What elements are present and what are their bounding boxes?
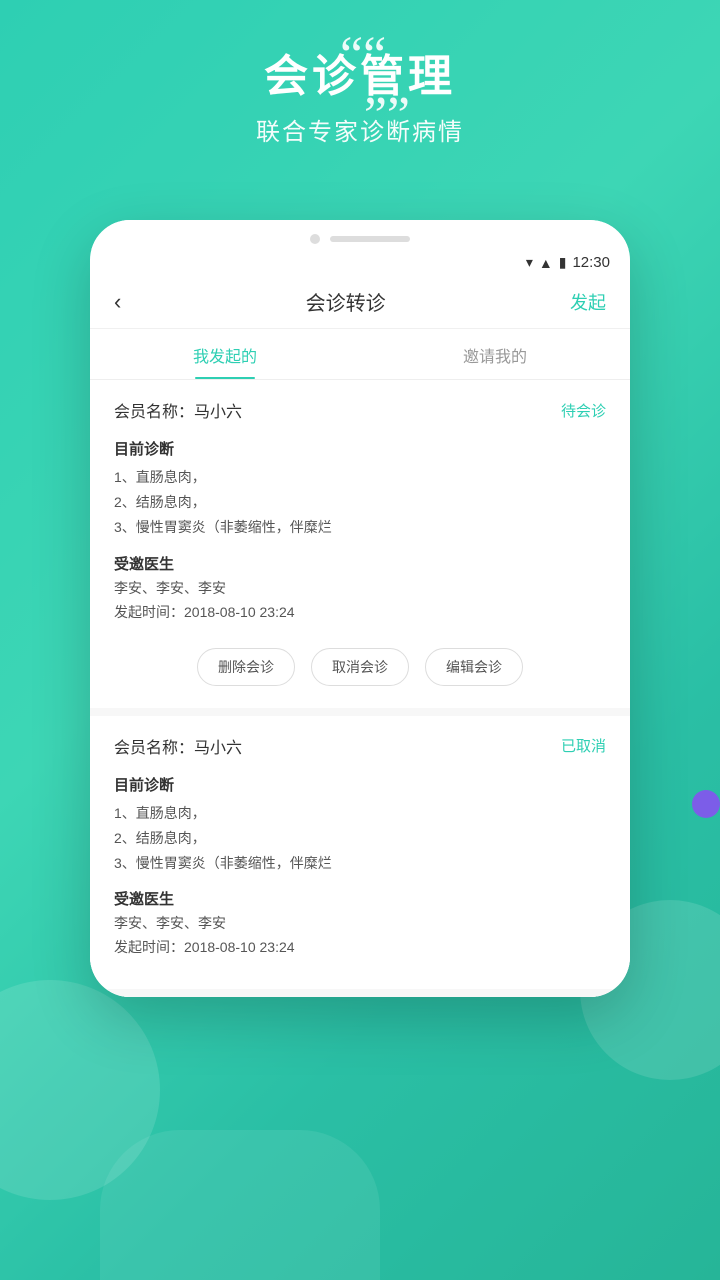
member-name-2: 会员名称：马小六 <box>114 734 242 758</box>
diagnosis-line-4: 1、直肠息肉， <box>114 801 606 826</box>
diagnosis-line-2: 2、结肠息肉， <box>114 490 606 515</box>
consultation-card-1: 会员名称：马小六 待会诊 目前诊断 1、直肠息肉， 2、结肠息肉， 3、慢性胃窦… <box>90 380 630 716</box>
sub-title: 联合专家诊断病情 <box>210 112 510 147</box>
status-badge-1: 待会诊 <box>561 400 606 421</box>
diagnosis-content-1: 1、直肠息肉， 2、结肠息肉， 3、慢性胃窦炎（非萎缩性，伴糜烂 <box>114 465 606 541</box>
invited-doctors-1: 李安、李安、李安 <box>114 578 606 598</box>
invited-title-2: 受邀医生 <box>114 888 606 909</box>
status-badge-2: 已取消 <box>561 735 606 756</box>
quote-right-icon: ”” <box>364 90 410 142</box>
phone-camera <box>310 234 320 244</box>
page-header: ““ ”” 会诊管理 联合专家诊断病情 <box>0 30 720 147</box>
bg-dot <box>692 790 720 818</box>
diagnosis-line-1: 1、直肠息肉， <box>114 465 606 490</box>
status-bar: ▾ ▲ ▮ 12:30 <box>90 250 630 277</box>
quote-left-icon: ““ <box>340 30 386 82</box>
delete-consultation-button[interactable]: 删除会诊 <box>197 648 295 686</box>
tabs: 我发起的 邀请我的 <box>90 329 630 380</box>
tab-my-initiated[interactable]: 我发起的 <box>90 329 360 379</box>
tab-invited-me[interactable]: 邀请我的 <box>360 329 630 379</box>
edit-consultation-button[interactable]: 编辑会诊 <box>425 648 523 686</box>
launch-button[interactable]: 发起 <box>570 289 606 315</box>
bg-decoration-3 <box>100 1130 380 1280</box>
back-button[interactable]: ‹ <box>114 289 121 315</box>
consultation-card-2: 会员名称：马小六 已取消 目前诊断 1、直肠息肉， 2、结肠息肉， 3、慢性胃窦… <box>90 716 630 998</box>
battery-icon: ▮ <box>559 254 567 271</box>
diagnosis-title-1: 目前诊断 <box>114 438 606 459</box>
launch-time-2: 发起时间：2018-08-10 23:24 <box>114 937 606 957</box>
cancel-consultation-button[interactable]: 取消会诊 <box>311 648 409 686</box>
launch-time-1: 发起时间：2018-08-10 23:24 <box>114 602 606 622</box>
nav-title: 会诊转诊 <box>306 287 386 316</box>
invited-title-1: 受邀医生 <box>114 553 606 574</box>
diagnosis-line-6: 3、慢性胃窦炎（非萎缩性，伴糜烂 <box>114 851 606 876</box>
phone-speaker <box>330 236 410 242</box>
diagnosis-title-2: 目前诊断 <box>114 774 606 795</box>
nav-bar: ‹ 会诊转诊 发起 <box>90 277 630 329</box>
phone-mockup: ▾ ▲ ▮ 12:30 ‹ 会诊转诊 发起 我发起的 邀请我的 会员名称：马小六… <box>90 220 630 997</box>
status-time: 12:30 <box>572 254 610 271</box>
phone-notch <box>310 234 410 244</box>
member-name-1: 会员名称：马小六 <box>114 398 242 422</box>
content-area: 会员名称：马小六 待会诊 目前诊断 1、直肠息肉， 2、结肠息肉， 3、慢性胃窦… <box>90 380 630 997</box>
card-header-2: 会员名称：马小六 已取消 <box>114 734 606 758</box>
action-buttons-1: 删除会诊 取消会诊 编辑会诊 <box>114 638 606 692</box>
wifi-icon: ▾ <box>526 254 533 271</box>
diagnosis-line-5: 2、结肠息肉， <box>114 826 606 851</box>
signal-icon: ▲ <box>539 255 553 271</box>
diagnosis-content-2: 1、直肠息肉， 2、结肠息肉， 3、慢性胃窦炎（非萎缩性，伴糜烂 <box>114 801 606 877</box>
invited-doctors-2: 李安、李安、李安 <box>114 913 606 933</box>
card-header-1: 会员名称：马小六 待会诊 <box>114 398 606 422</box>
phone-top <box>90 220 630 250</box>
diagnosis-line-3: 3、慢性胃窦炎（非萎缩性，伴糜烂 <box>114 515 606 540</box>
